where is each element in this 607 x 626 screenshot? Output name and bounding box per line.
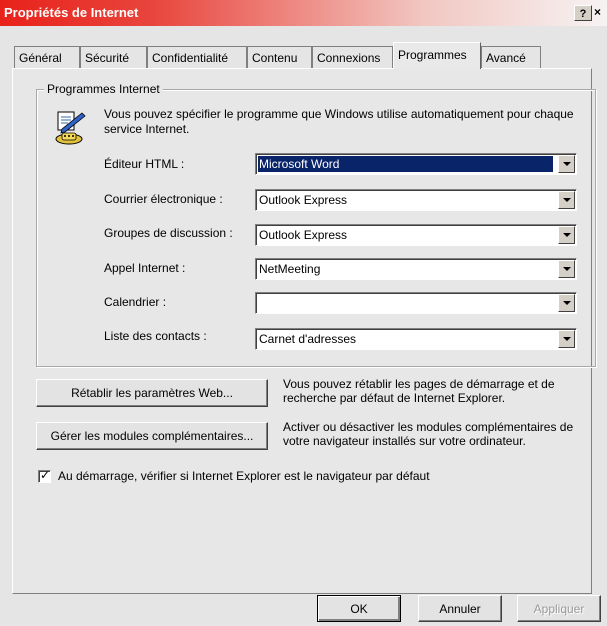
tab-content[interactable]: Contenu bbox=[247, 46, 312, 68]
internet-call-select[interactable]: NetMeeting bbox=[255, 258, 577, 280]
html-editor-value: Microsoft Word bbox=[258, 156, 553, 172]
reset-web-description: Vous pouvez rétablir les pages de démarr… bbox=[283, 377, 555, 405]
tab-general[interactable]: Général bbox=[14, 46, 80, 68]
manage-addons-button[interactable]: Gérer les modules complémentaires... bbox=[36, 422, 268, 450]
email-label: Courrier électronique : bbox=[104, 192, 223, 206]
tab-connections[interactable]: Connexions bbox=[312, 46, 393, 68]
close-button[interactable]: × bbox=[594, 5, 607, 21]
chevron-down-icon[interactable] bbox=[558, 191, 575, 209]
internet-call-label: Appel Internet : bbox=[104, 261, 186, 275]
tab-advanced[interactable]: Avancé bbox=[481, 46, 541, 68]
window-title: Propriétés de Internet bbox=[4, 5, 139, 20]
cancel-button[interactable]: Annuler bbox=[418, 595, 502, 622]
title-bar[interactable]: Propriétés de Internet ? × bbox=[0, 0, 607, 26]
reset-web-settings-button[interactable]: Rétablir les paramètres Web... bbox=[36, 379, 268, 407]
checkmark-icon: ✓ bbox=[40, 468, 51, 482]
chevron-down-icon[interactable] bbox=[558, 226, 575, 244]
html-editor-select[interactable]: Microsoft Word bbox=[255, 153, 577, 175]
programs-intro: Vous pouvez spécifier le programme que W… bbox=[104, 107, 574, 136]
addons-description: Activer ou désactiver les modules complé… bbox=[283, 420, 574, 448]
tab-security[interactable]: Sécurité bbox=[80, 46, 147, 68]
email-value: Outlook Express bbox=[259, 193, 348, 207]
group-title: Programmes Internet bbox=[44, 82, 163, 96]
tab-privacy[interactable]: Confidentialité bbox=[147, 46, 247, 68]
calendar-label: Calendrier : bbox=[104, 295, 167, 309]
internet-call-value: NetMeeting bbox=[259, 262, 321, 276]
tab-programs[interactable]: Programmes bbox=[393, 42, 481, 69]
email-select[interactable]: Outlook Express bbox=[255, 189, 577, 211]
html-editor-label: Éditeur HTML : bbox=[104, 157, 185, 171]
contacts-value: Carnet d'adresses bbox=[259, 332, 357, 346]
programs-icon bbox=[55, 111, 86, 145]
ok-button[interactable]: OK bbox=[317, 595, 401, 622]
contacts-select[interactable]: Carnet d'adresses bbox=[255, 328, 577, 350]
chevron-down-icon[interactable] bbox=[558, 294, 575, 312]
chevron-down-icon[interactable] bbox=[558, 260, 575, 278]
newsgroups-value: Outlook Express bbox=[259, 228, 348, 242]
default-browser-label[interactable]: Au démarrage, vérifier si Internet Explo… bbox=[58, 469, 430, 483]
default-browser-checkbox[interactable]: ✓ bbox=[38, 468, 51, 483]
newsgroups-label: Groupes de discussion : bbox=[104, 226, 233, 240]
help-button[interactable]: ? bbox=[574, 5, 592, 21]
contacts-label: Liste des contacts : bbox=[104, 329, 207, 343]
chevron-down-icon[interactable] bbox=[558, 155, 575, 173]
chevron-down-icon[interactable] bbox=[558, 330, 575, 348]
calendar-select[interactable] bbox=[255, 292, 577, 314]
newsgroups-select[interactable]: Outlook Express bbox=[255, 224, 577, 246]
apply-button[interactable]: Appliquer bbox=[517, 595, 601, 622]
internet-properties-window: Propriétés de Internet ? × Général Sécur… bbox=[0, 0, 607, 626]
